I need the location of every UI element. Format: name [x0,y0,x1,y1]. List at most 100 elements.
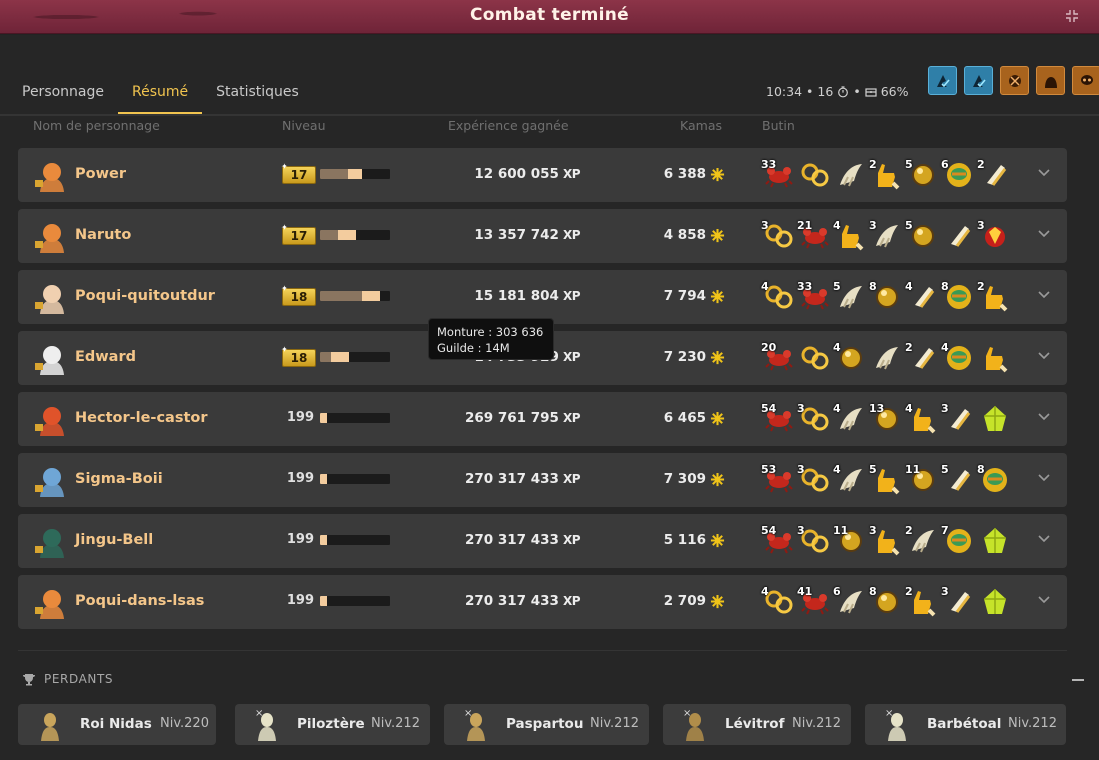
monster-icon[interactable] [1036,66,1065,95]
loser-card[interactable]: × Lévitrof Niv.212 [663,704,851,745]
player-row[interactable]: Poqui-quitoutdur ✦ 18 15 181 804 XP 7 794 … [18,270,1067,324]
loot-item-gem[interactable] [979,586,1011,618]
debuff-icon[interactable] [1000,66,1029,95]
tab-statistiques[interactable]: Statistiques [202,74,313,114]
loot-item-crab[interactable]: 41 [797,585,831,618]
chevron-down-icon[interactable] [1037,595,1051,605]
loser-card[interactable]: Roi Nidas Niv.220 [18,704,216,745]
loot-item-orb[interactable]: 8 [869,280,903,313]
loot-item-hand[interactable]: 3 [869,524,903,557]
loot-item-hand[interactable]: 5 [869,463,903,496]
loot-item-crab[interactable]: 21 [797,219,831,252]
player-name[interactable]: Poqui-dans-lsas [75,593,204,609]
loot-item-gem[interactable] [979,525,1011,557]
loot-item-hand[interactable]: 2 [977,280,1011,313]
loot-item-hand[interactable]: 2 [905,585,939,618]
loot-item-ring[interactable]: 3 [797,463,831,496]
player-row[interactable]: Power ✦ 17 12 600 055 XP 6 388 33 2 5 6 2 [18,148,1067,202]
player-name[interactable]: Hector-le-castor [75,410,208,426]
loot-item-crab[interactable]: 33 [797,280,831,313]
loot-item-claw[interactable] [835,159,867,191]
loot-item-bone[interactable]: 3 [941,402,975,435]
tab-personnage[interactable]: Personnage [8,74,118,114]
loot-item-bone[interactable]: 3 [941,585,975,618]
loot-item-claw[interactable]: 6 [833,585,867,618]
loot-item-ring[interactable]: 3 [797,402,831,435]
loot-item-crab[interactable]: 54 [761,524,795,557]
player-name[interactable]: Jingu-Bell [75,532,153,548]
chevron-down-icon[interactable] [1037,473,1051,483]
player-row[interactable]: Jingu-Bell 199 270 317 433 XP 5 116 54 3 11… [18,514,1067,568]
player-row[interactable]: Poqui-dans-lsas 199 270 317 433 XP 2 709 … [18,575,1067,629]
loot-quantity: 8 [977,463,985,476]
player-name[interactable]: Power [75,166,126,182]
loot-item-orb[interactable]: 5 [905,219,939,252]
collapse-icon[interactable] [1065,9,1079,23]
loot-item-orb[interactable]: 11 [905,463,939,496]
loot-item-bone[interactable]: 2 [977,158,1011,191]
loot-item-ring[interactable] [799,342,831,374]
loot-item-hand[interactable]: 4 [905,402,939,435]
loot-item-claw[interactable]: 5 [833,280,867,313]
loot-item-hand[interactable] [979,342,1011,374]
loot-item-hand[interactable]: 2 [869,158,903,191]
loot-item-medal[interactable]: 8 [977,463,1011,496]
loot-item-claw[interactable] [871,342,903,374]
player-row[interactable]: Hector-le-castor 199 269 761 795 XP 6 465… [18,392,1067,446]
loot-item-crab[interactable]: 20 [761,341,795,374]
loot-item-crab[interactable]: 33 [761,158,795,191]
loot-quantity: 2 [905,585,913,598]
player-name[interactable]: Sigma-Boii [75,471,163,487]
loot-item-medal[interactable]: 6 [941,158,975,191]
loot-item-ring[interactable]: 3 [761,219,795,252]
loot-item-crab[interactable]: 53 [761,463,795,496]
loot-item-bone[interactable] [943,220,975,252]
loot-item-claw[interactable]: 4 [833,402,867,435]
loot-item-claw[interactable]: 3 [869,219,903,252]
loot-item-claw[interactable]: 2 [905,524,939,557]
player-name[interactable]: Edward [75,349,136,365]
chevron-down-icon[interactable] [1037,412,1051,422]
loot-item-bone[interactable]: 5 [941,463,975,496]
loot-item-bone[interactable]: 2 [905,341,939,374]
buff-icon[interactable] [928,66,957,95]
loot-item-bone[interactable]: 4 [905,280,939,313]
loot-item-medal[interactable]: 4 [941,341,975,374]
xp-progress-bar [320,352,390,362]
loot-item-gem[interactable] [979,403,1011,435]
loot-item-orb[interactable]: 13 [869,402,903,435]
player-row[interactable]: Sigma-Boii 199 270 317 433 XP 7 309 53 3 4 5… [18,453,1067,507]
tab-resume[interactable]: Résumé [118,74,203,114]
chevron-down-icon[interactable] [1037,534,1051,544]
loot-item-ring[interactable] [799,159,831,191]
avatar [32,463,68,499]
player-name[interactable]: Poqui-quitoutdur [75,288,215,304]
chevron-down-icon[interactable] [1037,290,1051,300]
loot-item-hand[interactable]: 4 [833,219,867,252]
loot-item-orb[interactable]: 11 [833,524,867,557]
player-row[interactable]: Naruto ✦ 17 13 357 742 XP 4 858 3 21 4 3 5 3 [18,209,1067,263]
loser-card[interactable]: × Piloztère Niv.212 [235,704,430,745]
loot-item-orb[interactable]: 8 [869,585,903,618]
skull-icon[interactable] [1072,66,1099,95]
buff-icon[interactable] [964,66,993,95]
loot-item-orb[interactable]: 4 [833,341,867,374]
loot-item-ring[interactable]: 4 [761,280,795,313]
collapse-losers-button[interactable] [1072,679,1084,681]
loot-item-ruby[interactable]: 3 [977,219,1011,252]
loot-item-ring[interactable]: 3 [797,524,831,557]
loser-card[interactable]: × Barbétoal Niv.212 [865,704,1066,745]
player-name[interactable]: Naruto [75,227,131,243]
xp-tooltip: Monture : 303 636 Guilde : 14M [428,318,554,360]
loot-item-crab[interactable]: 54 [761,402,795,435]
chevron-down-icon[interactable] [1037,168,1051,178]
loot-item-claw[interactable]: 4 [833,463,867,496]
loot-item-medal[interactable]: 7 [941,524,975,557]
loot-item-medal[interactable]: 8 [941,280,975,313]
loser-card[interactable]: × Paspartou Niv.212 [444,704,649,745]
chevron-down-icon[interactable] [1037,229,1051,239]
loot-quantity: 2 [977,280,985,293]
loot-item-orb[interactable]: 5 [905,158,939,191]
chevron-down-icon[interactable] [1037,351,1051,361]
loot-item-ring[interactable]: 4 [761,585,795,618]
